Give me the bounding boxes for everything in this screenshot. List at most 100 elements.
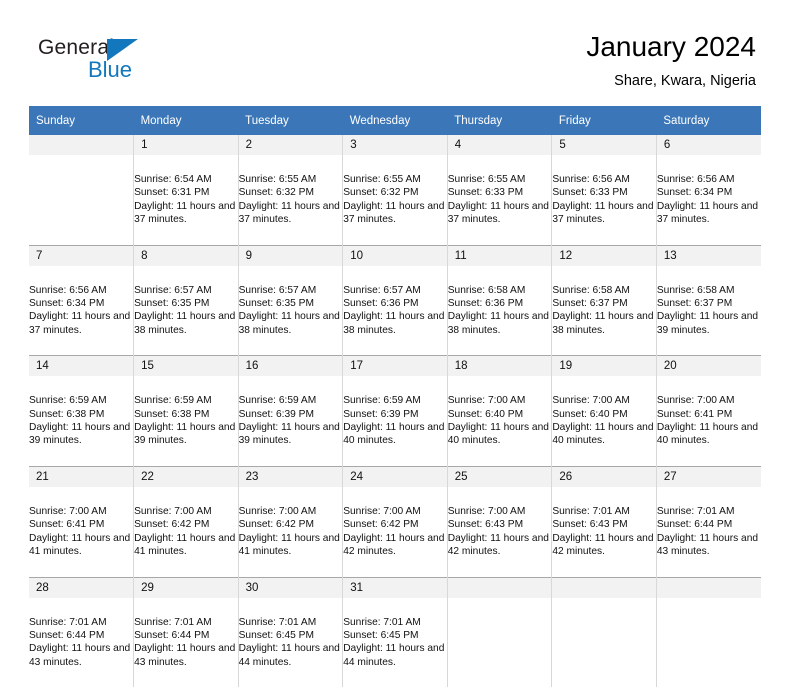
sunrise-text: Sunrise: 6:58 AM	[552, 284, 656, 297]
calendar-day-cell[interactable]: 14Sunrise: 6:59 AMSunset: 6:38 PMDayligh…	[29, 356, 134, 467]
day-number: 25	[448, 467, 552, 487]
calendar-day-cell[interactable]: 22Sunrise: 7:00 AMSunset: 6:42 PMDayligh…	[134, 466, 239, 577]
calendar-day-cell[interactable]: 17Sunrise: 6:59 AMSunset: 6:39 PMDayligh…	[343, 356, 448, 467]
calendar-day-cell[interactable]: 12Sunrise: 6:58 AMSunset: 6:37 PMDayligh…	[552, 245, 657, 356]
calendar-week-row: 7Sunrise: 6:56 AMSunset: 6:34 PMDaylight…	[29, 245, 761, 356]
day-info: Sunrise: 7:01 AMSunset: 6:44 PMDaylight:…	[29, 599, 133, 686]
sunrise-text: Sunrise: 6:58 AM	[657, 284, 761, 297]
daylight-text: Daylight: 11 hours and 38 minutes.	[239, 310, 343, 337]
day-cell-inner	[448, 578, 552, 687]
day-cell-inner	[552, 578, 656, 687]
sunrise-text: Sunrise: 7:01 AM	[343, 616, 447, 629]
calendar-day-cell[interactable]: 27Sunrise: 7:01 AMSunset: 6:44 PMDayligh…	[656, 466, 761, 577]
sunset-text: Sunset: 6:35 PM	[239, 297, 343, 310]
calendar-day-cell[interactable]: 4Sunrise: 6:55 AMSunset: 6:33 PMDaylight…	[447, 135, 552, 245]
sunrise-text: Sunrise: 7:01 AM	[239, 616, 343, 629]
sunrise-text: Sunrise: 6:59 AM	[239, 394, 343, 407]
calendar-day-cell[interactable]: 25Sunrise: 7:00 AMSunset: 6:43 PMDayligh…	[447, 466, 552, 577]
daylight-text: Daylight: 11 hours and 41 minutes.	[29, 532, 133, 559]
calendar-day-cell[interactable]: 2Sunrise: 6:55 AMSunset: 6:32 PMDaylight…	[238, 135, 343, 245]
day-info: Sunrise: 6:58 AMSunset: 6:36 PMDaylight:…	[448, 267, 552, 354]
day-info: Sunrise: 7:01 AMSunset: 6:44 PMDaylight:…	[657, 488, 761, 575]
weekday-header-friday: Friday	[552, 106, 657, 135]
calendar-day-cell[interactable]: 11Sunrise: 6:58 AMSunset: 6:36 PMDayligh…	[447, 245, 552, 356]
calendar-day-cell[interactable]: 1Sunrise: 6:54 AMSunset: 6:31 PMDaylight…	[134, 135, 239, 245]
calendar-day-cell[interactable]: 30Sunrise: 7:01 AMSunset: 6:45 PMDayligh…	[238, 577, 343, 687]
day-info: Sunrise: 7:00 AMSunset: 6:42 PMDaylight:…	[239, 488, 343, 575]
day-cell-inner: 3Sunrise: 6:55 AMSunset: 6:32 PMDaylight…	[343, 135, 447, 245]
calendar-day-cell[interactable]: 13Sunrise: 6:58 AMSunset: 6:37 PMDayligh…	[656, 245, 761, 356]
day-cell-inner	[29, 135, 133, 245]
sunset-text: Sunset: 6:44 PM	[134, 629, 238, 642]
calendar-day-cell[interactable]: 31Sunrise: 7:01 AMSunset: 6:45 PMDayligh…	[343, 577, 448, 687]
calendar-day-cell[interactable]: 24Sunrise: 7:00 AMSunset: 6:42 PMDayligh…	[343, 466, 448, 577]
daylight-text: Daylight: 11 hours and 38 minutes.	[448, 310, 552, 337]
calendar-day-cell[interactable]: 28Sunrise: 7:01 AMSunset: 6:44 PMDayligh…	[29, 577, 134, 687]
day-cell-inner: 14Sunrise: 6:59 AMSunset: 6:38 PMDayligh…	[29, 356, 133, 466]
day-number: 23	[239, 467, 343, 487]
calendar-empty-cell	[656, 577, 761, 687]
day-number	[29, 135, 133, 155]
day-cell-inner: 15Sunrise: 6:59 AMSunset: 6:38 PMDayligh…	[134, 356, 238, 466]
calendar-day-cell[interactable]: 20Sunrise: 7:00 AMSunset: 6:41 PMDayligh…	[656, 356, 761, 467]
day-cell-inner: 12Sunrise: 6:58 AMSunset: 6:37 PMDayligh…	[552, 246, 656, 356]
daylight-text: Daylight: 11 hours and 40 minutes.	[343, 421, 447, 448]
calendar-empty-cell	[29, 135, 134, 245]
daylight-text: Daylight: 11 hours and 38 minutes.	[134, 310, 238, 337]
day-number: 21	[29, 467, 133, 487]
day-info: Sunrise: 6:58 AMSunset: 6:37 PMDaylight:…	[552, 267, 656, 354]
calendar-day-cell[interactable]: 15Sunrise: 6:59 AMSunset: 6:38 PMDayligh…	[134, 356, 239, 467]
sunrise-text: Sunrise: 7:01 AM	[29, 616, 133, 629]
calendar-day-cell[interactable]: 5Sunrise: 6:56 AMSunset: 6:33 PMDaylight…	[552, 135, 657, 245]
day-number: 26	[552, 467, 656, 487]
calendar-grid: SundayMondayTuesdayWednesdayThursdayFrid…	[29, 106, 761, 687]
day-info: Sunrise: 7:00 AMSunset: 6:42 PMDaylight:…	[134, 488, 238, 575]
calendar-day-cell[interactable]: 26Sunrise: 7:01 AMSunset: 6:43 PMDayligh…	[552, 466, 657, 577]
sunrise-text: Sunrise: 6:55 AM	[343, 173, 447, 186]
daylight-text: Daylight: 11 hours and 37 minutes.	[552, 200, 656, 227]
day-info: Sunrise: 7:01 AMSunset: 6:43 PMDaylight:…	[552, 488, 656, 575]
calendar-day-cell[interactable]: 29Sunrise: 7:01 AMSunset: 6:44 PMDayligh…	[134, 577, 239, 687]
daylight-text: Daylight: 11 hours and 37 minutes.	[239, 200, 343, 227]
calendar-page: General Blue January 2024 Share, Kwara, …	[0, 0, 792, 612]
sunset-text: Sunset: 6:41 PM	[29, 518, 133, 531]
day-number: 13	[657, 246, 761, 266]
calendar-day-cell[interactable]: 6Sunrise: 6:56 AMSunset: 6:34 PMDaylight…	[656, 135, 761, 245]
daylight-text: Daylight: 11 hours and 41 minutes.	[239, 532, 343, 559]
day-info: Sunrise: 7:00 AMSunset: 6:40 PMDaylight:…	[552, 377, 656, 464]
daylight-text: Daylight: 11 hours and 38 minutes.	[343, 310, 447, 337]
calendar-day-cell[interactable]: 18Sunrise: 7:00 AMSunset: 6:40 PMDayligh…	[447, 356, 552, 467]
day-cell-inner	[657, 578, 761, 687]
page-title: January 2024	[586, 30, 756, 64]
sunrise-text: Sunrise: 6:56 AM	[29, 284, 133, 297]
calendar-day-cell[interactable]: 16Sunrise: 6:59 AMSunset: 6:39 PMDayligh…	[238, 356, 343, 467]
day-number: 27	[657, 467, 761, 487]
calendar-day-cell[interactable]: 9Sunrise: 6:57 AMSunset: 6:35 PMDaylight…	[238, 245, 343, 356]
day-number: 30	[239, 578, 343, 598]
calendar-day-cell[interactable]: 19Sunrise: 7:00 AMSunset: 6:40 PMDayligh…	[552, 356, 657, 467]
day-info: Sunrise: 6:57 AMSunset: 6:36 PMDaylight:…	[343, 267, 447, 354]
sunrise-text: Sunrise: 6:54 AM	[134, 173, 238, 186]
calendar-day-cell[interactable]: 7Sunrise: 6:56 AMSunset: 6:34 PMDaylight…	[29, 245, 134, 356]
day-cell-inner: 31Sunrise: 7:01 AMSunset: 6:45 PMDayligh…	[343, 578, 447, 687]
calendar-day-cell[interactable]: 10Sunrise: 6:57 AMSunset: 6:36 PMDayligh…	[343, 245, 448, 356]
calendar-week-row: 14Sunrise: 6:59 AMSunset: 6:38 PMDayligh…	[29, 356, 761, 467]
calendar-day-cell[interactable]: 3Sunrise: 6:55 AMSunset: 6:32 PMDaylight…	[343, 135, 448, 245]
daylight-text: Daylight: 11 hours and 42 minutes.	[343, 532, 447, 559]
sunrise-text: Sunrise: 6:57 AM	[343, 284, 447, 297]
day-number: 3	[343, 135, 447, 155]
day-info: Sunrise: 6:56 AMSunset: 6:33 PMDaylight:…	[552, 156, 656, 243]
day-cell-inner: 13Sunrise: 6:58 AMSunset: 6:37 PMDayligh…	[657, 246, 761, 356]
daylight-text: Daylight: 11 hours and 40 minutes.	[448, 421, 552, 448]
sunset-text: Sunset: 6:44 PM	[657, 518, 761, 531]
sunset-text: Sunset: 6:37 PM	[657, 297, 761, 310]
day-number: 22	[134, 467, 238, 487]
daylight-text: Daylight: 11 hours and 40 minutes.	[657, 421, 761, 448]
brand-logo[interactable]: General Blue	[38, 36, 278, 92]
day-number: 9	[239, 246, 343, 266]
daylight-text: Daylight: 11 hours and 40 minutes.	[552, 421, 656, 448]
calendar-day-cell[interactable]: 8Sunrise: 6:57 AMSunset: 6:35 PMDaylight…	[134, 245, 239, 356]
calendar-day-cell[interactable]: 21Sunrise: 7:00 AMSunset: 6:41 PMDayligh…	[29, 466, 134, 577]
day-number: 1	[134, 135, 238, 155]
calendar-day-cell[interactable]: 23Sunrise: 7:00 AMSunset: 6:42 PMDayligh…	[238, 466, 343, 577]
